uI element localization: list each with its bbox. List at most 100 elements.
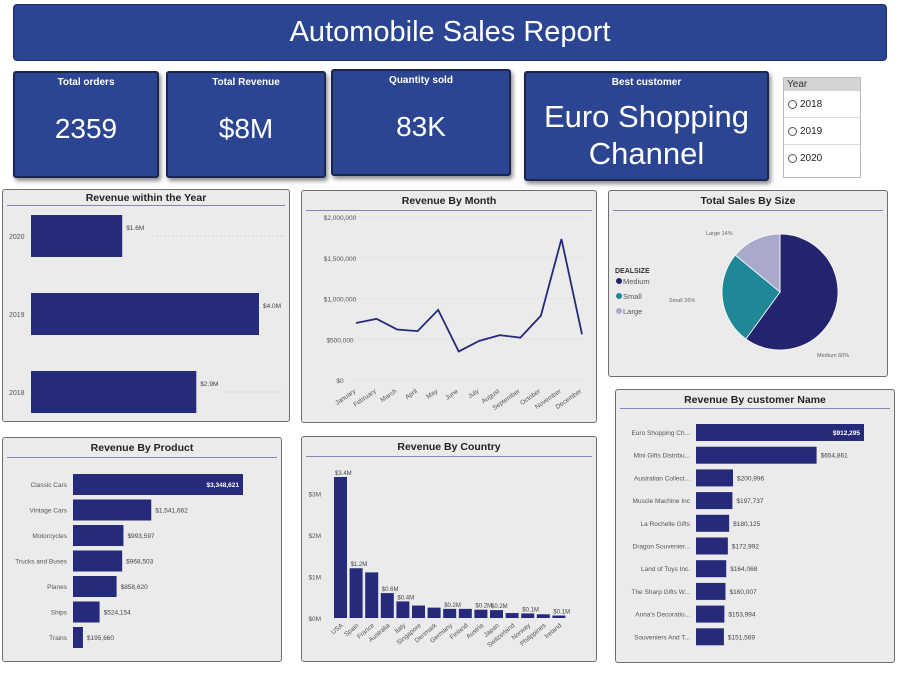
- panel-title: Revenue By Month: [306, 191, 592, 211]
- kpi-total-orders: Total orders 2359: [13, 71, 159, 178]
- y-tick-label: Muscle Machine Inc: [633, 498, 691, 505]
- country-bar-chart: $0M$1M$2M$3M$3.4MUSA$1.2MSpainFrance$0.6…: [308, 471, 570, 649]
- kpi-best-customer: Best customer Euro Shopping Channel: [524, 71, 769, 181]
- y-tick-label: Anna's Decoratio...: [635, 612, 690, 619]
- bar: [73, 627, 83, 648]
- slicer-option-label: 2018: [800, 98, 823, 110]
- bar: [696, 628, 724, 646]
- slicer-option-2020[interactable]: 2020: [784, 145, 860, 172]
- y-tick-label: $3M: [308, 492, 321, 499]
- kpi-value-line1: Euro Shopping: [543, 99, 750, 134]
- panel-revenue-month: Revenue By Month $0 $500,000 $1,000,000 $1,…: [301, 190, 597, 423]
- data-label: $0.2M: [491, 604, 508, 610]
- y-tick-label: Classic Cars: [31, 482, 68, 489]
- bar: [521, 613, 535, 618]
- y-tick-label: La Rochelle Gifts: [641, 521, 691, 528]
- panel-revenue-customer: Revenue By customer Name Euro Shopping C…: [615, 389, 895, 663]
- y-tick-label: $2,000,000: [324, 215, 357, 222]
- bar: [443, 608, 457, 618]
- size-pie-chart: Medium 60% Small 26% Large 14% DEALSIZE Medi…: [615, 231, 849, 359]
- customer-bar-chart: Euro Shopping Ch... $912,295 Mini Gifts Di…: [631, 424, 864, 646]
- y-tick-label: $0: [336, 378, 344, 385]
- x-tick-label: April: [404, 388, 419, 402]
- slicer-option-label: 2020: [800, 153, 823, 164]
- kpi-value-line2: Channel: [588, 136, 705, 171]
- data-label: $912,295: [833, 430, 860, 437]
- y-tick-label: Motorcycles: [32, 533, 67, 540]
- legend-label: Small: [623, 292, 642, 301]
- panel-title: Revenue By Product: [7, 438, 277, 458]
- slice-label: Small 26%: [669, 298, 695, 304]
- bar: [412, 605, 425, 618]
- data-label: $3.4M: [335, 471, 352, 477]
- data-label: $4.0M: [263, 303, 281, 310]
- data-label: $153,994: [728, 612, 755, 619]
- kpi-label: Best customer: [611, 77, 682, 88]
- data-label: $1.2M: [351, 562, 368, 568]
- slicer-option-2018[interactable]: 2018: [784, 91, 860, 118]
- slicer-header: Year: [784, 78, 860, 91]
- slice-label: Large 14%: [706, 231, 733, 237]
- report-title: Automobile Sales Report: [13, 4, 887, 61]
- data-label: $3,348,621: [206, 482, 239, 489]
- legend-title: DEALSIZE: [615, 268, 650, 275]
- slicer-option-2019[interactable]: 2019: [784, 118, 860, 145]
- panel-revenue-product: Revenue By Product Classic Cars $3,348,62…: [2, 437, 282, 662]
- bar: [696, 605, 725, 623]
- kpi-label: Total orders: [57, 77, 115, 88]
- y-tick-label: $1,000,000: [324, 297, 357, 304]
- panel-title: Total Sales By Size: [613, 191, 883, 211]
- bar: [696, 537, 728, 555]
- data-label: $1,541,662: [155, 508, 188, 515]
- y-tick-label: Euro Shopping Ch...: [631, 430, 690, 437]
- y-tick-label: Australian Collect...: [634, 475, 690, 482]
- kpi-total-revenue: Total Revenue $8M: [166, 71, 326, 178]
- bar: [458, 608, 472, 618]
- panel-title: Revenue By customer Name: [620, 390, 890, 409]
- y-tick-label: 2020: [9, 234, 25, 241]
- data-label: $172,992: [732, 544, 759, 551]
- y-tick-label: Trains: [49, 635, 68, 642]
- radio-icon[interactable]: [788, 154, 797, 163]
- kpi-label: Total Revenue: [212, 77, 280, 88]
- y-tick-label: The Sharp Gifts W...: [631, 589, 690, 596]
- radio-icon[interactable]: [788, 126, 797, 136]
- panel-revenue-year: Revenue within the Year 2020 $1.6M 2019 $4.…: [2, 189, 290, 422]
- legend-label: Medium: [623, 277, 650, 286]
- bar: [31, 215, 123, 257]
- y-tick-label: Mini Gifts Distribu...: [634, 453, 691, 460]
- x-tick-label: May: [425, 387, 440, 400]
- data-label: $0.1M: [522, 607, 539, 613]
- year-slicer: Year 2018 2019 2020: [783, 77, 861, 178]
- bar: [380, 593, 394, 618]
- radio-icon[interactable]: [788, 99, 797, 109]
- legend-marker: [616, 293, 622, 299]
- data-label: $180,125: [733, 521, 760, 528]
- data-label: $0.2M: [444, 603, 461, 609]
- bar: [490, 610, 503, 618]
- data-label: $200,996: [737, 475, 764, 482]
- panel-revenue-country: Revenue By Country $0M $1M $2M $3M $3.4M USA $…: [301, 436, 597, 662]
- bar: [73, 601, 100, 623]
- bar: [73, 550, 123, 572]
- data-label: $0.6M: [382, 587, 399, 593]
- data-label: $151,569: [728, 634, 755, 641]
- data-label: $197,737: [736, 498, 763, 505]
- bar: [696, 582, 726, 600]
- bar: [31, 293, 259, 335]
- bar: [552, 615, 566, 618]
- y-tick-label: $2M: [308, 533, 321, 540]
- y-tick-label: Trucks and Buses: [15, 559, 68, 566]
- x-tick-label: February: [352, 387, 378, 408]
- x-tick-label: March: [379, 388, 398, 404]
- month-line-chart: $0 $500,000 $1,000,000 $1,500,000 $2,000,000…: [324, 215, 584, 412]
- bar: [505, 613, 519, 618]
- data-label: $160,007: [729, 589, 756, 596]
- y-tick-label: Vintage Cars: [30, 508, 68, 515]
- data-label: $2.9M: [200, 381, 218, 388]
- y-tick-label: Land of Toys Inc.: [641, 566, 690, 573]
- y-tick-label: 2019: [9, 312, 25, 319]
- kpi-value: $8M: [218, 113, 274, 144]
- kpi-value: 83K: [396, 111, 446, 142]
- legend-marker: [616, 278, 622, 284]
